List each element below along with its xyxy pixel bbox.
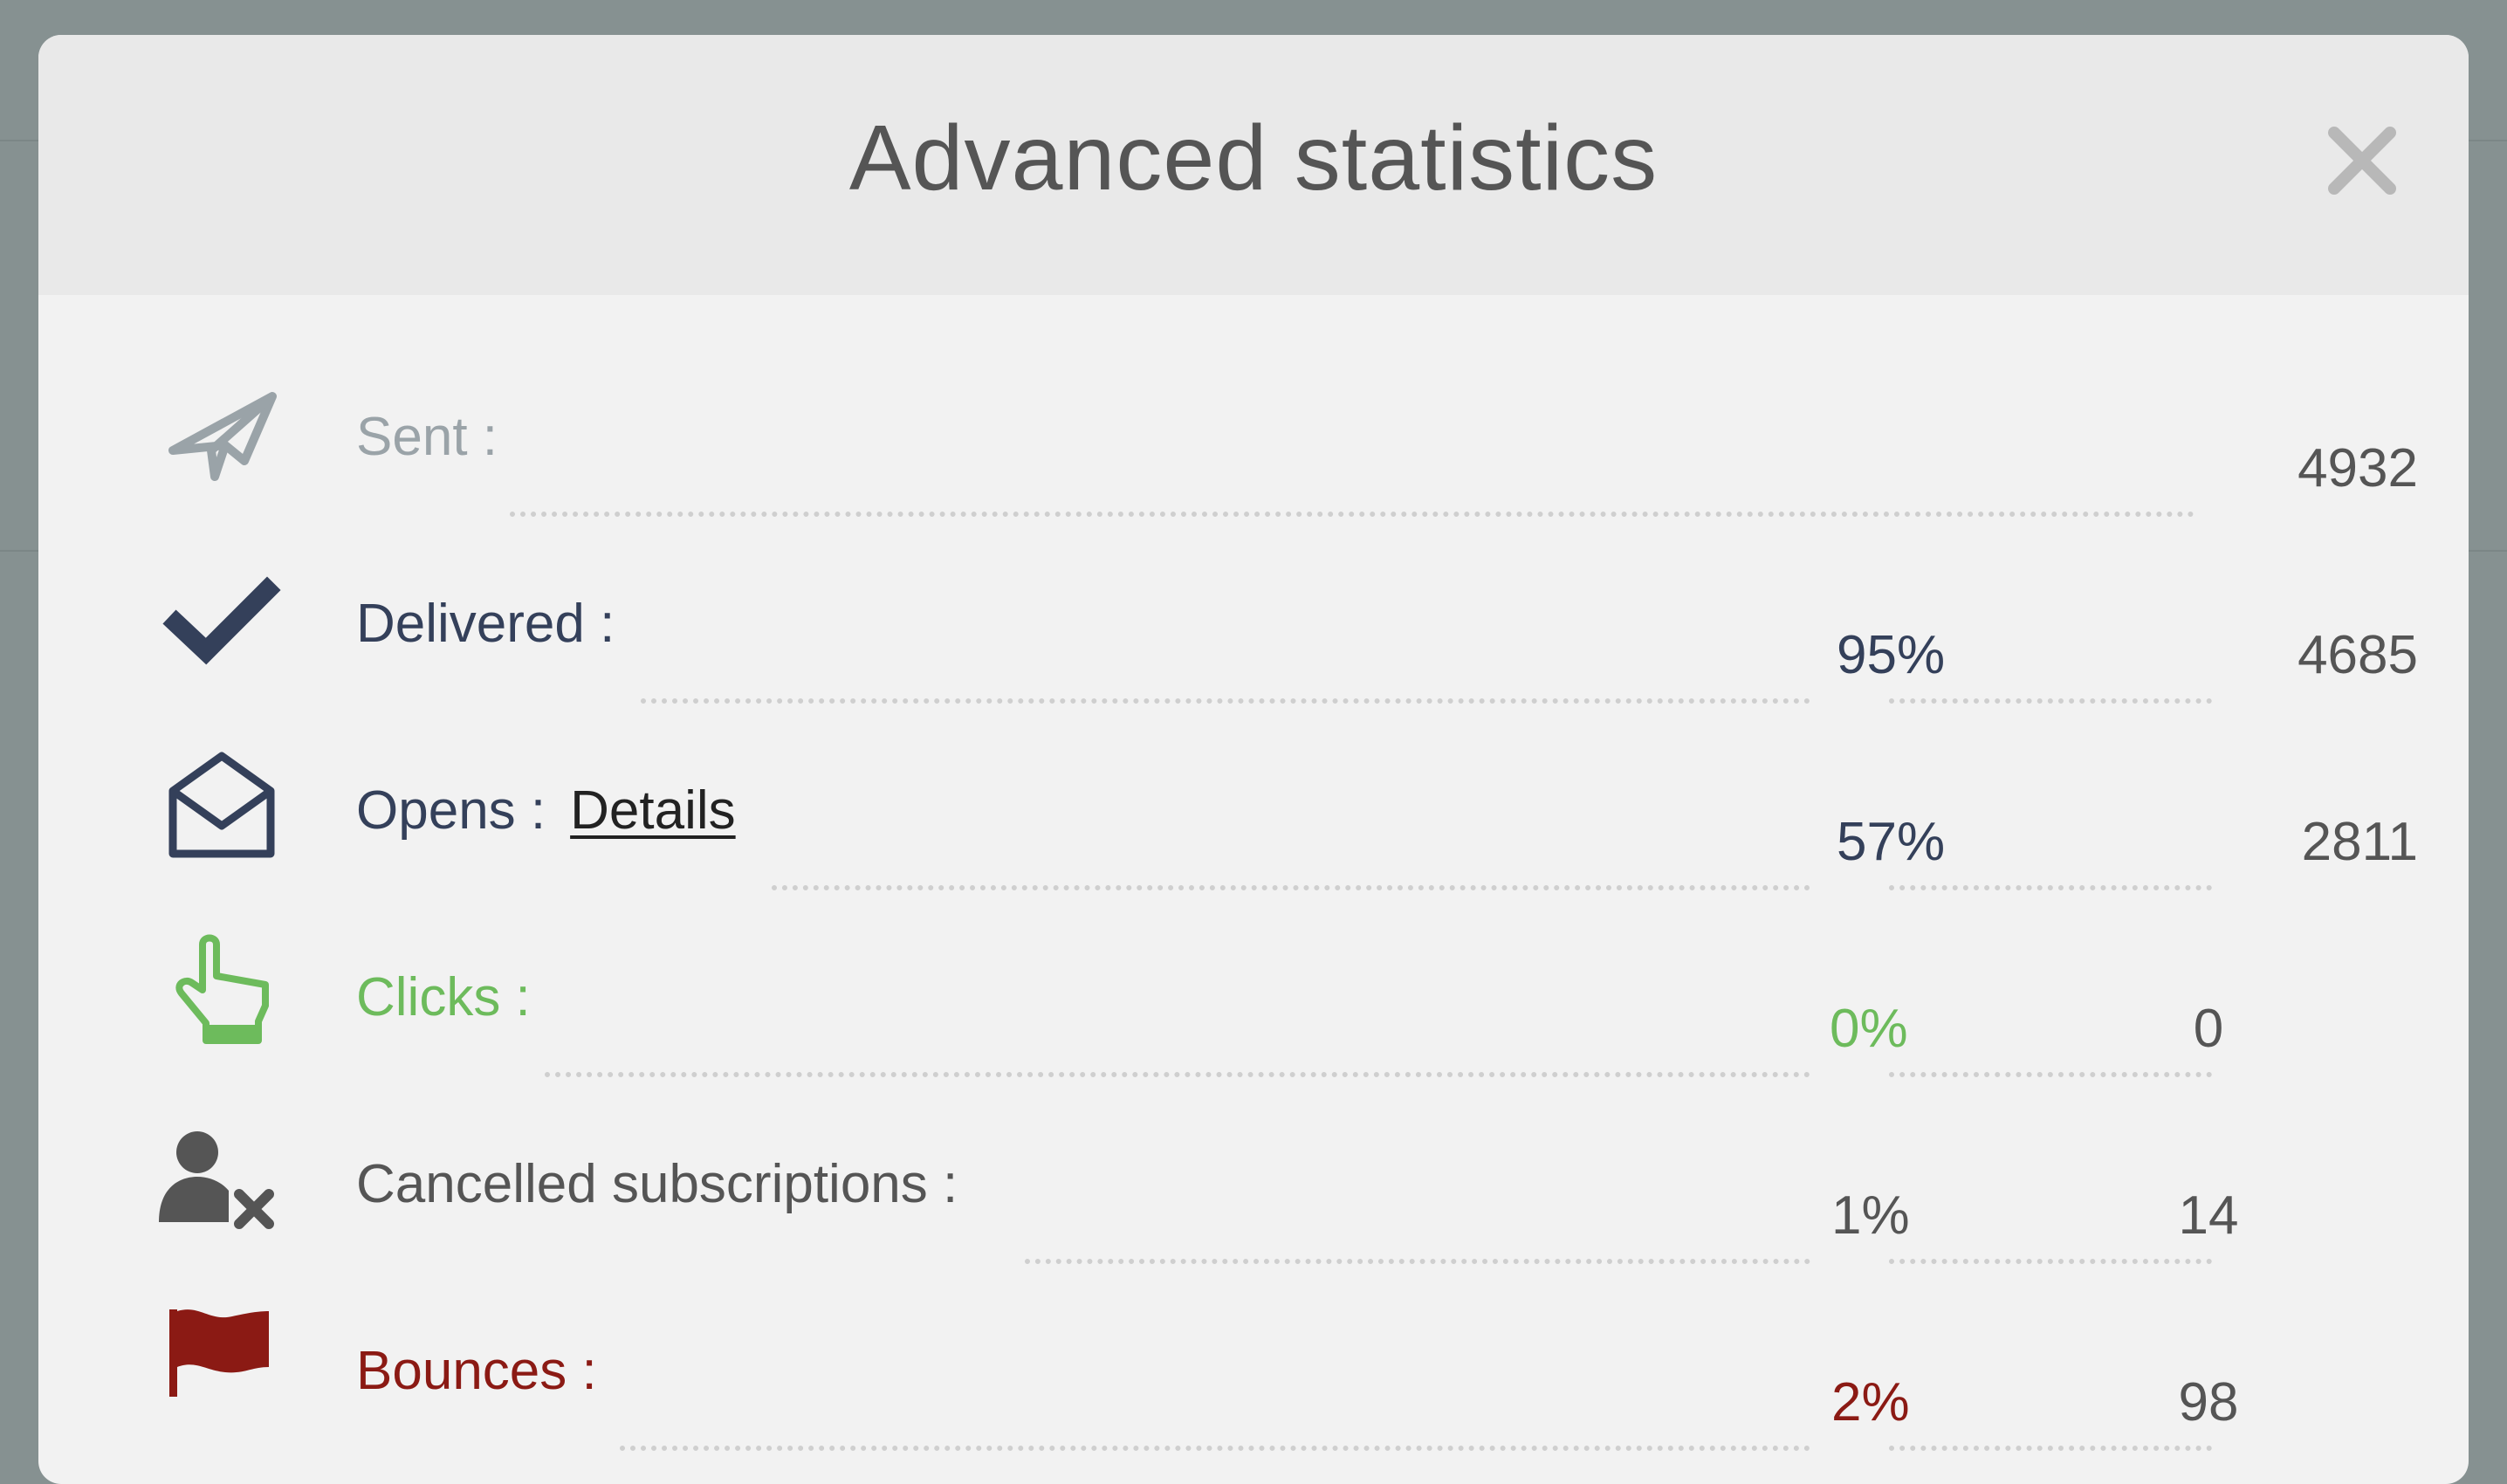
- checkmark-icon: [161, 559, 283, 681]
- stat-percent: 0%: [1830, 999, 1908, 1059]
- stat-label-text: Delivered :: [356, 594, 615, 654]
- dotted-leader: [772, 885, 1810, 890]
- stat-row-opens: Opens : Details 57% 2811: [38, 745, 2469, 920]
- stat-label-text: Cancelled subscriptions :: [356, 1154, 958, 1214]
- stat-label-text: Clicks :: [356, 967, 531, 1027]
- dotted-leader: [1889, 698, 2212, 704]
- user-remove-icon: [155, 1119, 278, 1241]
- dotted-leader: [1889, 1072, 2212, 1077]
- stat-label-text: Opens :: [356, 780, 546, 841]
- dotted-leader: [620, 1446, 1810, 1451]
- stat-count: 2811: [2301, 812, 2418, 872]
- flag-icon: [161, 1306, 283, 1428]
- stat-row-delivered: Delivered : 95% 4685: [38, 559, 2469, 733]
- close-icon: [2328, 127, 2396, 195]
- stat-row-sent: Sent : 4932: [38, 372, 2469, 546]
- dotted-leader: [1025, 1259, 1810, 1264]
- stat-label: Sent :: [356, 410, 498, 464]
- stat-label: Bounces :: [356, 1344, 597, 1398]
- dotted-leader: [1889, 1259, 2212, 1264]
- stat-row-bounces: Bounces : 2% 98: [38, 1306, 2469, 1481]
- stat-percent: 95%: [1837, 625, 1946, 685]
- paper-plane-icon: [161, 370, 283, 492]
- modal-title: Advanced statistics: [848, 106, 1659, 210]
- stat-label: Cancelled subscriptions :: [356, 1158, 958, 1212]
- stat-label: Opens : Details: [356, 784, 736, 838]
- stat-count: 14: [2178, 1185, 2239, 1246]
- stat-label-text: Bounces :: [356, 1341, 597, 1401]
- stat-row-cancelled-subscriptions: Cancelled subscriptions : 1% 14: [38, 1119, 2469, 1294]
- stat-percent: 57%: [1837, 812, 1946, 872]
- pointing-hand-icon: [161, 932, 283, 1055]
- stat-label: Delivered :: [356, 597, 615, 651]
- stat-percent: 1%: [1831, 1185, 1910, 1246]
- stat-count: 4932: [2298, 438, 2418, 498]
- open-envelope-icon: [161, 745, 283, 868]
- dotted-leader: [641, 698, 1810, 704]
- dotted-leader: [1889, 885, 2212, 890]
- stat-count: 4685: [2298, 625, 2418, 685]
- stat-row-clicks: Clicks : 0% 0: [38, 932, 2469, 1107]
- dotted-leader: [1889, 1446, 2212, 1451]
- dotted-leader: [545, 1072, 1810, 1077]
- advanced-statistics-modal: Advanced statistics Sent : 4932 Delivere…: [38, 35, 2469, 1484]
- details-link[interactable]: Details: [570, 780, 736, 841]
- stat-label-text: Sent :: [356, 407, 498, 467]
- stat-label: Clicks :: [356, 971, 531, 1025]
- stat-count: 98: [2178, 1372, 2239, 1432]
- close-button[interactable]: [2325, 124, 2399, 197]
- stat-percent: 2%: [1831, 1372, 1910, 1432]
- dotted-leader: [510, 512, 2194, 517]
- stat-count: 0: [2193, 999, 2224, 1059]
- modal-header: Advanced statistics: [38, 35, 2469, 295]
